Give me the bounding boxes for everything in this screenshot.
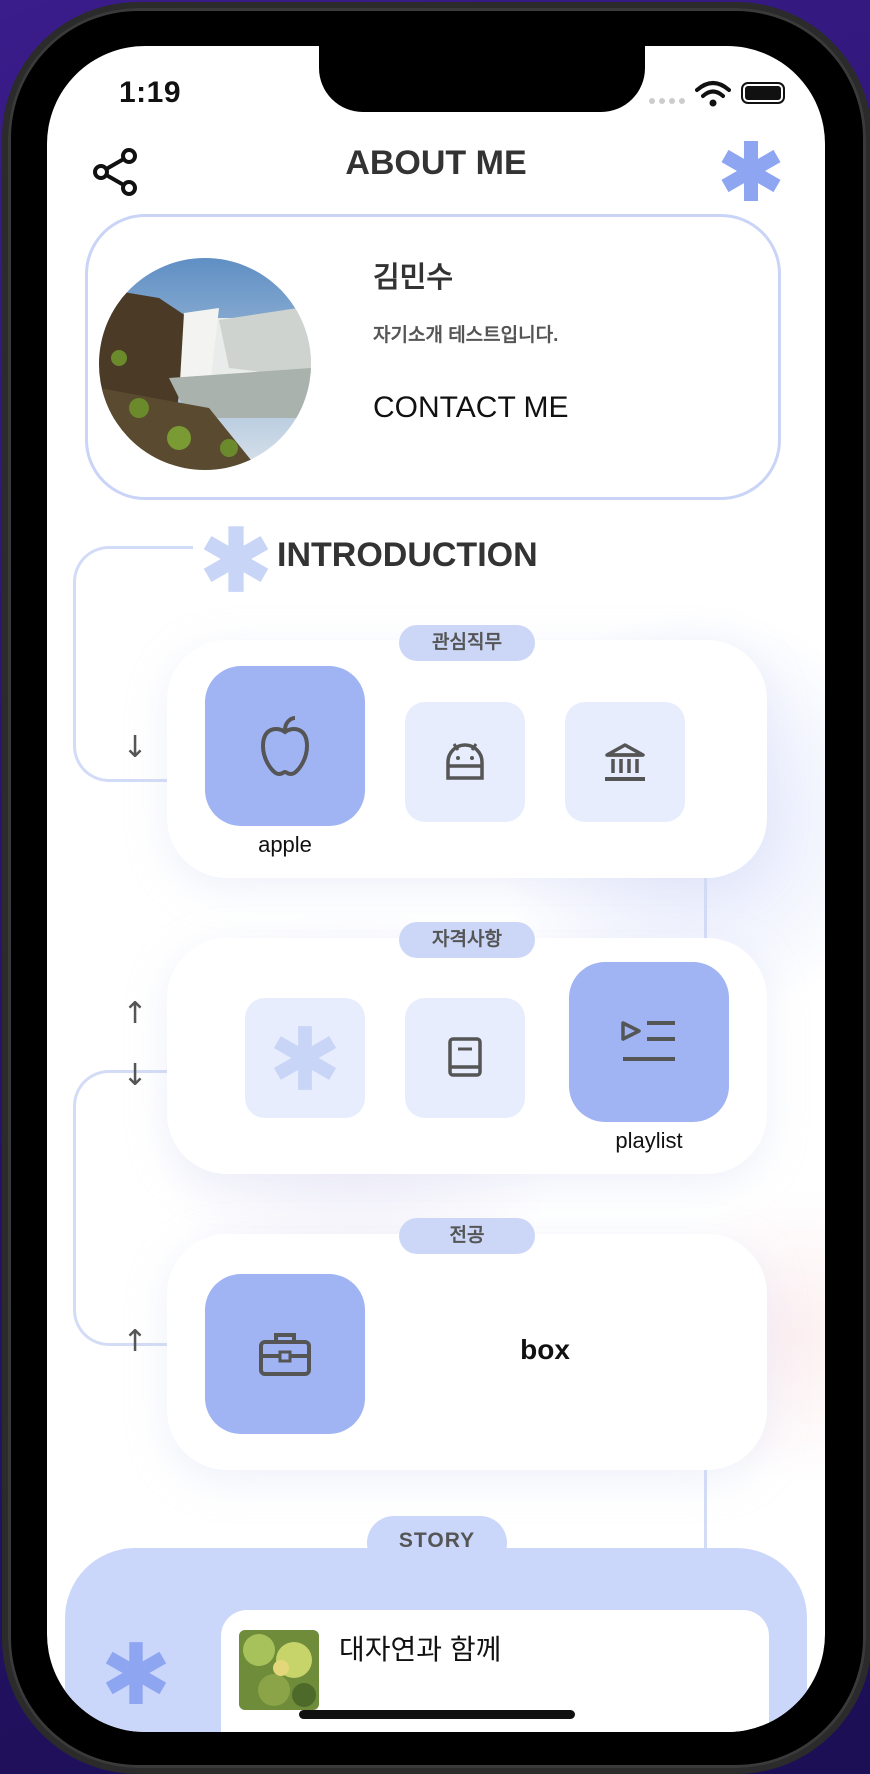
- profile-name: 김민수: [373, 262, 454, 294]
- android-icon: [446, 743, 484, 780]
- apple-icon: [260, 716, 310, 777]
- tile-label: playlist: [615, 1128, 683, 1153]
- asterisk-icon: [273, 1026, 337, 1090]
- asterisk-icon[interactable]: [719, 138, 783, 204]
- arrow-down-icon[interactable]: ↓: [115, 1058, 155, 1093]
- arrow-up-icon[interactable]: ↑: [115, 996, 155, 1031]
- asterisk-icon: [203, 526, 269, 592]
- wifi-icon: [695, 81, 731, 107]
- section-label: 전공: [399, 1218, 535, 1254]
- battery-icon: [741, 82, 785, 104]
- job-tile-bank[interactable]: [565, 702, 685, 822]
- cellular-signal-icon: [649, 98, 685, 104]
- story-title: 대자연과 함께: [339, 1634, 502, 1665]
- screen: 1:19 ABOUT ME 김민수 자기소개 테스트입니다. CONTACT M…: [47, 46, 825, 1732]
- arrow-down-icon[interactable]: ↓: [115, 730, 155, 765]
- qualification-tile-playlist[interactable]: [569, 962, 729, 1122]
- introduction-title: INTRODUCTION: [277, 536, 538, 574]
- tile-label: apple: [258, 832, 312, 857]
- profile-photo: [99, 258, 311, 470]
- qualification-tile-book[interactable]: [405, 998, 525, 1118]
- briefcase-icon: [259, 1333, 311, 1376]
- asterisk-icon: [105, 1642, 167, 1704]
- job-tile-apple[interactable]: [205, 666, 365, 826]
- playlist-icon: [621, 1021, 675, 1061]
- bank-icon: [605, 743, 645, 781]
- page-title: ABOUT ME: [345, 144, 527, 182]
- section-label: 자격사항: [399, 922, 535, 958]
- qualification-tile-asterisk[interactable]: [245, 998, 365, 1118]
- story-label: STORY: [367, 1516, 507, 1570]
- book-icon: [448, 1037, 482, 1077]
- arrow-up-icon[interactable]: ↑: [115, 1324, 155, 1359]
- notch: [319, 46, 645, 112]
- major-tile-box[interactable]: [205, 1274, 365, 1434]
- major-label: box: [520, 1334, 570, 1365]
- job-tile-android[interactable]: [405, 702, 525, 822]
- status-time: 1:19: [119, 76, 182, 109]
- section-label: 관심직무: [399, 625, 535, 661]
- story-thumbnail: [239, 1630, 319, 1710]
- contact-me-button[interactable]: CONTACT ME: [373, 391, 569, 425]
- home-indicator: [299, 1710, 575, 1719]
- profile-bio: 자기소개 테스트입니다.: [373, 325, 559, 346]
